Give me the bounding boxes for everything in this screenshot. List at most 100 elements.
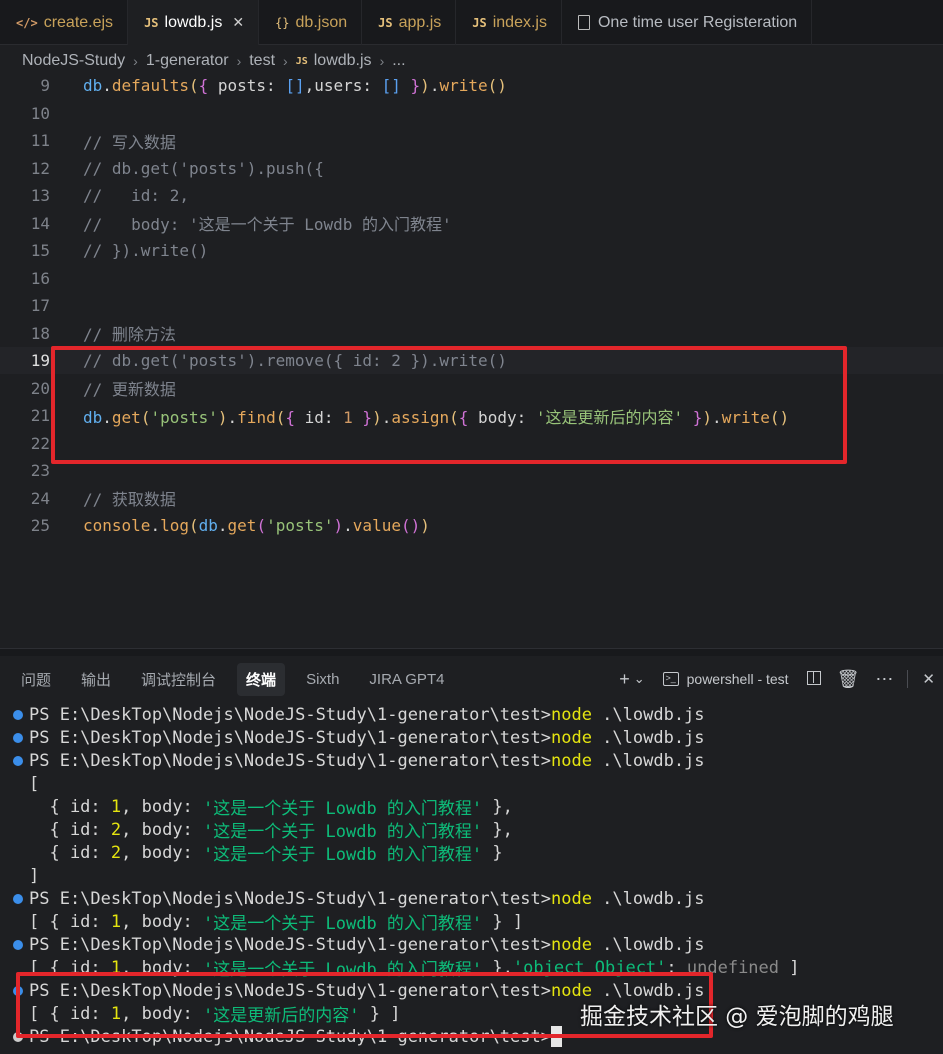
output-text: { id: (29, 842, 111, 863)
output-text: { id: (29, 796, 111, 817)
token: . (102, 76, 112, 95)
output-text: } ] (482, 911, 524, 932)
terminal-line: { id: 1, body: '这是一个关于 Lowdb 的入门教程' }, (0, 795, 943, 820)
token: ( (188, 76, 199, 95)
command: node (550, 934, 592, 955)
separator (907, 670, 909, 688)
tab-db-json[interactable]: {} db.json (259, 0, 363, 45)
trash-icon[interactable]: 🗑 (837, 669, 860, 690)
line-number: 24 (30, 488, 50, 508)
tab-index-js[interactable]: JS index.js (456, 0, 562, 45)
token: () (487, 76, 507, 95)
code-text: // }).write() (83, 241, 209, 260)
command-arg: .\lowdb.js (591, 704, 705, 725)
terminal-instance[interactable]: >_ powershell - test (662, 671, 789, 687)
tab-output[interactable]: 输出 (72, 663, 120, 696)
token: db (83, 76, 103, 95)
code-line: 12 // db.get('posts').push({ (0, 155, 943, 182)
line-number: 9 (40, 76, 50, 95)
line-number: 17 (30, 296, 50, 315)
close-panel-button[interactable]: ✕ (922, 670, 935, 688)
tab-debug-console[interactable]: 调试控制台 (132, 663, 225, 696)
output-text: , body: (121, 819, 204, 840)
tab-sixth[interactable]: Sixth (297, 665, 348, 694)
output-text: { id: (29, 819, 111, 840)
status-dot-icon (13, 939, 23, 950)
code-text: // 写入数据 (83, 132, 176, 152)
tab-lowdb-js[interactable]: JS lowdb.js ✕ (128, 0, 260, 45)
output-string: '这是一个关于 Lowdb 的入门教程' (203, 822, 483, 842)
output-string: '这是一个关于 Lowdb 的入门教程' (203, 914, 483, 934)
code-line: 16 (0, 265, 943, 292)
token: log (160, 516, 189, 535)
token: ,users: (304, 76, 382, 95)
tab-registration-doc[interactable]: One time user Registeration (562, 0, 813, 45)
ejs-file-icon: </> (16, 15, 38, 30)
breadcrumb-item[interactable]: NodeJS-Study (22, 52, 125, 70)
tab-label: index.js (492, 13, 547, 31)
panel-divider[interactable] (0, 648, 943, 656)
command: node (550, 750, 592, 771)
prompt: PS E:\DeskTop\Nodejs\NodeJS-Study\1-gene… (29, 934, 551, 955)
code-text: console.log(db.get('posts').value()) (83, 516, 430, 535)
command-arg: .\lowdb.js (591, 888, 705, 909)
token: . (217, 516, 228, 535)
tab-jira-gpt4[interactable]: JIRA GPT4 (360, 665, 453, 694)
command: node (550, 727, 592, 748)
chevron-down-icon[interactable]: ⌄ (634, 671, 645, 687)
token: ( (256, 516, 267, 535)
tab-create-ejs[interactable]: </> create.ejs (0, 0, 129, 45)
output-text: ] (779, 957, 800, 978)
prompt: PS E:\DeskTop\Nodejs\NodeJS-Study\1-gene… (29, 727, 551, 748)
token: { (198, 76, 209, 95)
terminal-line: PS E:\DeskTop\Nodejs\NodeJS-Study\1-gene… (0, 703, 943, 726)
breadcrumb-item[interactable]: test (249, 52, 275, 70)
breadcrumb-item[interactable]: ... (392, 52, 405, 70)
output-text: [ (29, 773, 40, 794)
token: get (227, 516, 257, 535)
add-terminal-button[interactable]: + (619, 669, 630, 690)
js-file-icon: JS (295, 55, 308, 67)
tab-terminal[interactable]: 终端 (237, 662, 286, 696)
token: ( (188, 516, 199, 535)
output-string: '这是一个关于 Lowdb 的入门教程' (203, 799, 483, 819)
output-text: [ { id: (29, 911, 111, 932)
prompt: PS E:\DeskTop\Nodejs\NodeJS-Study\1-gene… (29, 888, 551, 909)
terminal-line: PS E:\DeskTop\Nodejs\NodeJS-Study\1-gene… (0, 933, 943, 956)
editor-tab-bar: </> create.ejs JS lowdb.js ✕ {} db.json … (0, 0, 943, 45)
code-line: 17 (0, 292, 943, 319)
line-number: 13 (30, 186, 50, 205)
line-number: 20 (30, 378, 50, 398)
token: } (400, 76, 421, 95)
code-text: // 获取数据 (83, 490, 176, 509)
more-icon[interactable]: ⋯ (875, 669, 893, 690)
output-number: 2 (110, 819, 122, 840)
tab-app-js[interactable]: JS app.js (362, 0, 457, 45)
terminal-line: { id: 2, body: '这是一个关于 Lowdb 的入门教程' }, (0, 818, 943, 843)
chevron-right-icon: › (236, 53, 242, 69)
breadcrumb-item[interactable]: lowdb.js (314, 52, 372, 70)
breadcrumb-item[interactable]: 1-generator (146, 52, 229, 70)
status-dot-icon (13, 709, 23, 720)
code-line: 9 db.defaults({ posts: [],users: [] }).w… (0, 72, 943, 99)
close-icon[interactable]: ✕ (232, 15, 244, 31)
line-number: 23 (30, 461, 50, 480)
terminal-line: ] (0, 864, 943, 887)
token: . (343, 516, 353, 535)
chevron-right-icon: › (283, 53, 288, 69)
token: ) (420, 76, 430, 95)
token: db (198, 516, 218, 535)
token: . (429, 76, 440, 95)
output-text: , body: (121, 911, 204, 932)
line-number: 15 (30, 241, 50, 260)
split-terminal-button[interactable] (806, 669, 821, 690)
panel-actions: + ⌄ >_ powershell - test 🗑 ⋯ ✕ (611, 665, 943, 693)
output-number: 1 (110, 911, 122, 932)
output-string: '这是一个关于 Lowdb 的入门教程' (203, 845, 483, 865)
js-file-icon: JS (472, 15, 487, 30)
tab-label: app.js (398, 13, 442, 31)
chevron-right-icon: › (379, 53, 385, 69)
code-text: // id: 2, (83, 186, 189, 205)
chevron-right-icon: › (133, 53, 138, 69)
tab-problems[interactable]: 问题 (12, 663, 60, 696)
